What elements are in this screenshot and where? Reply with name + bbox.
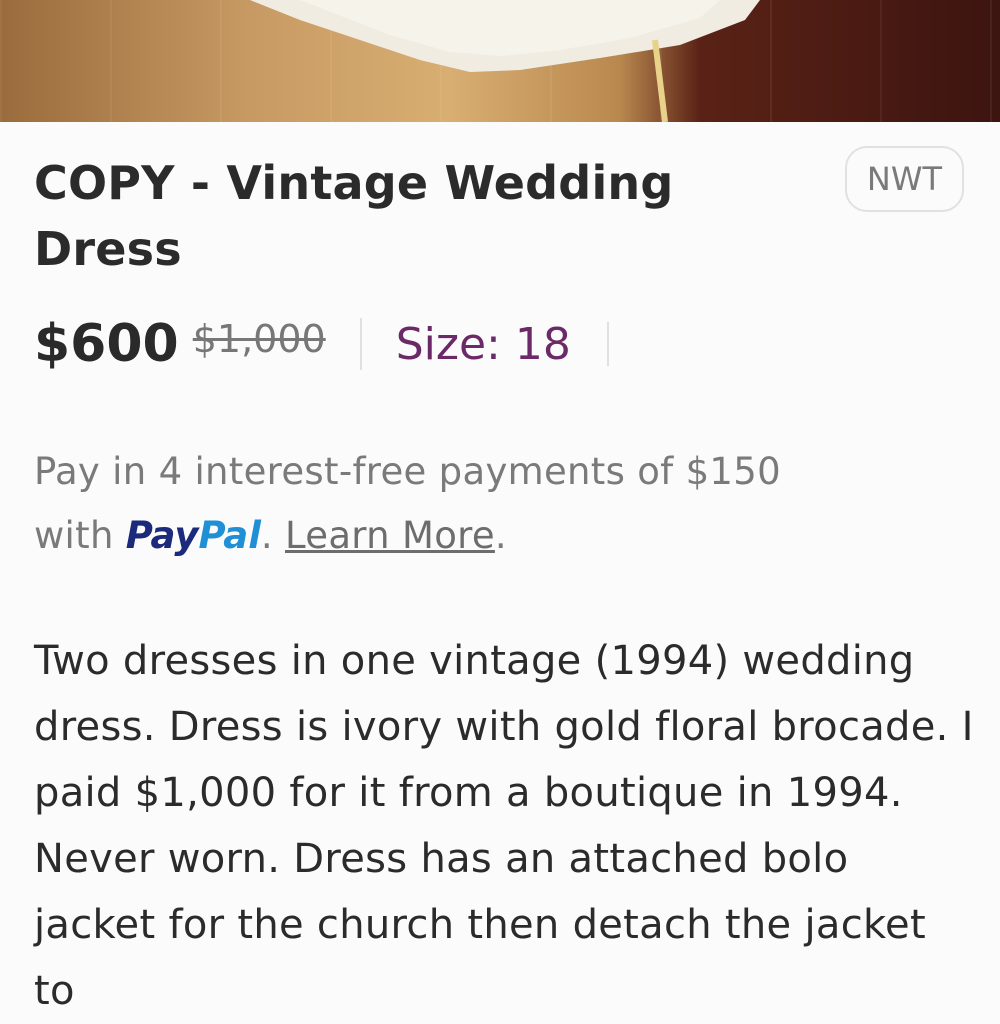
original-price: $1,000	[192, 317, 326, 361]
current-price: $600	[34, 314, 179, 374]
size-link[interactable]: Size: 18	[396, 319, 571, 370]
paypal-logo-icon: PayPal	[125, 514, 261, 557]
paypal-installments: Pay in 4 interest-free payments of $150 …	[34, 450, 781, 557]
listing-description: Two dresses in one vintage (1994) weddin…	[34, 638, 974, 1014]
divider	[359, 318, 362, 370]
divider	[606, 322, 609, 366]
listing-title: COPY - Vintage Wedding Dress	[34, 156, 674, 276]
dress-fabric-image	[250, 0, 760, 122]
condition-badge: NWT	[844, 146, 964, 212]
product-photo[interactable]	[0, 0, 1000, 122]
listing-header: COPY - Vintage Wedding Dress NWT	[34, 146, 964, 282]
learn-more-link[interactable]: Learn More	[285, 514, 495, 557]
price-row: $600 $1,000 Size: 18	[34, 308, 609, 380]
